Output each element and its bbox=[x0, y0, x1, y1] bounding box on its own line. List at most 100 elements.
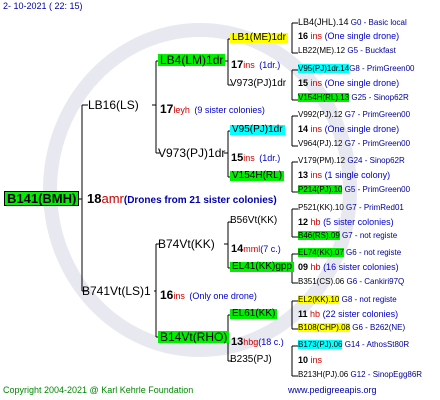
gen3-f-queen[interactable]: EL41(KK)gpp bbox=[230, 262, 295, 272]
gen4-row[interactable]: P214(PJ).10 G5 - PrimGreen00 bbox=[298, 185, 411, 194]
gen2-b-queen[interactable]: V973(PJ)1dr bbox=[158, 147, 225, 159]
gen4-row[interactable]: B351(CS).06 G6 - Cankiri97Q bbox=[298, 278, 404, 286]
gen2-a-info: 17ins (1dr.) bbox=[231, 56, 280, 72]
gen2-a-queen[interactable]: LB4(LM)1dr bbox=[158, 54, 226, 66]
gen4-row[interactable]: EL74(KK).07 G6 - not registe bbox=[298, 248, 401, 257]
root-num: 18 bbox=[87, 191, 102, 206]
gen4-note: (One single drone) bbox=[324, 124, 400, 134]
gen4-name: EL2(KK).10 bbox=[298, 295, 340, 304]
gen4-row[interactable]: B213H(PJ).06 G12 - SinopEgg86R bbox=[298, 371, 422, 379]
gen4-info: G8 - not registe bbox=[341, 295, 397, 304]
gen2-d-queen[interactable]: B14Vt(RHO) bbox=[158, 331, 230, 343]
gen4-name: V964(PJ).12 bbox=[298, 139, 343, 148]
gen4-drone-row: 14 ins (One single drone) bbox=[298, 125, 399, 134]
gen4-name: LB4(JHL).14 bbox=[298, 17, 349, 27]
gen2-b-abbr: ins bbox=[243, 153, 255, 163]
gen3-b-queen[interactable]: V973(PJ)1dr bbox=[230, 79, 286, 89]
gen4-row[interactable]: V95(PJ)1dr.14G8 - PrimGreen00 bbox=[298, 64, 415, 73]
sire-note: (9 sister colonies) bbox=[194, 105, 265, 115]
gen3-g-queen[interactable]: EL61(KK) bbox=[230, 309, 278, 319]
root-drone-info: 18amr(Drones from 21 sister colonies) bbox=[87, 192, 277, 206]
gen4-info: G7 - PrimRed01 bbox=[346, 203, 404, 212]
gen4-num: 12 bbox=[298, 217, 309, 227]
dam-num: 16 bbox=[160, 288, 174, 302]
gen4-name: V95(PJ)1dr.14 bbox=[298, 64, 350, 73]
gen4-abbr: ins bbox=[310, 124, 323, 134]
gen2-c-info: 14mml(7 c.) bbox=[231, 240, 281, 256]
gen3-c-queen[interactable]: V95(PJ)1dr bbox=[230, 125, 285, 135]
gen4-abbr: hb bbox=[310, 309, 321, 319]
gen4-row[interactable]: V154H(RL).13 G25 - Sinop62R bbox=[298, 93, 409, 102]
gen4-row[interactable]: EL2(KK).10 G8 - not registe bbox=[298, 295, 397, 304]
gen4-name: B173(PJ).06 bbox=[298, 340, 343, 349]
gen4-name: B213H(PJ).06 bbox=[298, 370, 349, 379]
gen4-drone-row: 16 ins (One single drone) bbox=[298, 32, 399, 41]
gen4-name: V992(PJ).12 bbox=[298, 110, 343, 119]
gen4-info: G7 - not registe bbox=[342, 231, 398, 240]
dam-abbr: ins bbox=[173, 291, 185, 301]
gen4-row[interactable]: B108(CHP).08 G6 - B262(NE) bbox=[298, 323, 405, 332]
root-abbr: amr bbox=[101, 191, 124, 206]
gen4-row[interactable]: V992(PJ).12 G7 - PrimGreen00 bbox=[298, 111, 410, 119]
gen4-name: V154H(RL).13 bbox=[298, 93, 350, 102]
gen4-row[interactable]: LB4(JHL).14 G0 - Basic local bbox=[298, 18, 407, 27]
gen4-name: LB22(ME).12 bbox=[298, 46, 346, 55]
gen2-a-num: 17 bbox=[231, 59, 244, 71]
gen4-row[interactable]: P521(KK).10 G7 - PrimRed01 bbox=[298, 204, 404, 212]
gen4-abbr: hb bbox=[310, 262, 321, 272]
gen4-name: V179(PM).12 bbox=[298, 156, 346, 165]
gen4-note: (One single drone) bbox=[324, 31, 400, 41]
root-note: (Drones from 21 sister colonies) bbox=[123, 195, 277, 206]
site-link[interactable]: www.pedigreeapis.org bbox=[288, 386, 377, 395]
sire-drone-info: 17leyh (9 sister colonies) bbox=[160, 101, 265, 117]
gen4-row[interactable]: B46(RS).09 G7 - not registe bbox=[298, 231, 398, 240]
gen4-row[interactable]: V179(PM).12 G24 - Sinop62R bbox=[298, 157, 405, 165]
gen4-name: P521(KK).10 bbox=[298, 203, 344, 212]
gen4-note: (One single drone) bbox=[324, 78, 400, 88]
gen4-name: EL74(KK).07 bbox=[298, 248, 344, 257]
gen3-d-queen[interactable]: V154H(RL) bbox=[230, 171, 285, 181]
gen4-abbr: ins bbox=[310, 170, 323, 180]
gen4-info: G12 - SinopEgg86R bbox=[350, 370, 423, 379]
gen4-num: 09 bbox=[298, 262, 309, 272]
gen2-a-abbr: ins bbox=[243, 60, 255, 70]
gen4-drone-row: 10 ins bbox=[298, 356, 322, 365]
gen3-e-queen[interactable]: B56Vt(KK) bbox=[230, 216, 277, 226]
gen4-info: G7 - PrimGreen00 bbox=[344, 110, 411, 119]
dam-queen[interactable]: B741Vt(LS)1 bbox=[82, 285, 151, 297]
gen4-info: G5 - Buckfast bbox=[347, 46, 396, 55]
pedigree-canvas: 2- 10-2021 ( 22: 15) B141(BMH) 18amr(Dro… bbox=[0, 0, 440, 400]
gen4-row[interactable]: B173(PJ).06 G14 - AthosSt80R bbox=[298, 340, 410, 349]
gen4-info: G7 - PrimGreen00 bbox=[344, 139, 411, 148]
gen4-row[interactable]: LB22(ME).12 G5 - Buckfast bbox=[298, 47, 396, 55]
gen2-d-info: 13hbg(18 c.) bbox=[231, 333, 284, 349]
gen4-note: (22 sister colonies) bbox=[322, 309, 399, 319]
gen4-abbr: ins bbox=[310, 355, 323, 365]
gen3-a-queen[interactable]: LB1(ME)1dr bbox=[230, 33, 288, 43]
gen4-drone-row: 11 hb (22 sister colonies) bbox=[298, 310, 398, 319]
gen4-drone-row: 12 hb (5 sister colonies) bbox=[298, 218, 394, 227]
gen4-abbr: ins bbox=[310, 78, 323, 88]
gen4-row[interactable]: V964(PJ).12 G7 - PrimGreen00 bbox=[298, 140, 410, 148]
sire-queen[interactable]: LB16(LS) bbox=[88, 99, 139, 111]
gen2-a-note: (1dr.) bbox=[259, 60, 281, 70]
gen2-c-abbr: mml bbox=[243, 244, 261, 254]
gen2-c-queen[interactable]: B74Vt(KK) bbox=[158, 238, 215, 250]
copyright: Copyright 2004-2021 @ Karl Kehrle Founda… bbox=[3, 385, 194, 395]
gen4-abbr: hb bbox=[310, 217, 321, 227]
gen4-num: 13 bbox=[298, 170, 309, 180]
gen4-num: 10 bbox=[298, 355, 309, 365]
date-stamp: 2- 10-2021 ( 22: 15) bbox=[3, 1, 83, 11]
gen4-info: G0 - Basic local bbox=[350, 18, 407, 27]
gen2-c-note: (7 c.) bbox=[260, 244, 281, 254]
gen2-b-info: 15ins (1dr.) bbox=[231, 149, 280, 165]
gen4-num: 11 bbox=[298, 309, 308, 319]
gen4-info: G14 - AthosSt80R bbox=[344, 340, 410, 349]
root-queen[interactable]: B141(BMH) bbox=[4, 191, 80, 206]
gen4-name: P214(PJ).10 bbox=[298, 185, 343, 194]
gen4-info: G5 - PrimGreen00 bbox=[344, 185, 411, 194]
gen4-info: G24 - Sinop62R bbox=[347, 156, 405, 165]
gen4-note: (5 sister colonies) bbox=[323, 217, 394, 227]
gen3-h-queen[interactable]: B235(PJ) bbox=[230, 355, 272, 365]
dam-drone-info: 16ins (Only one drone) bbox=[160, 287, 257, 303]
